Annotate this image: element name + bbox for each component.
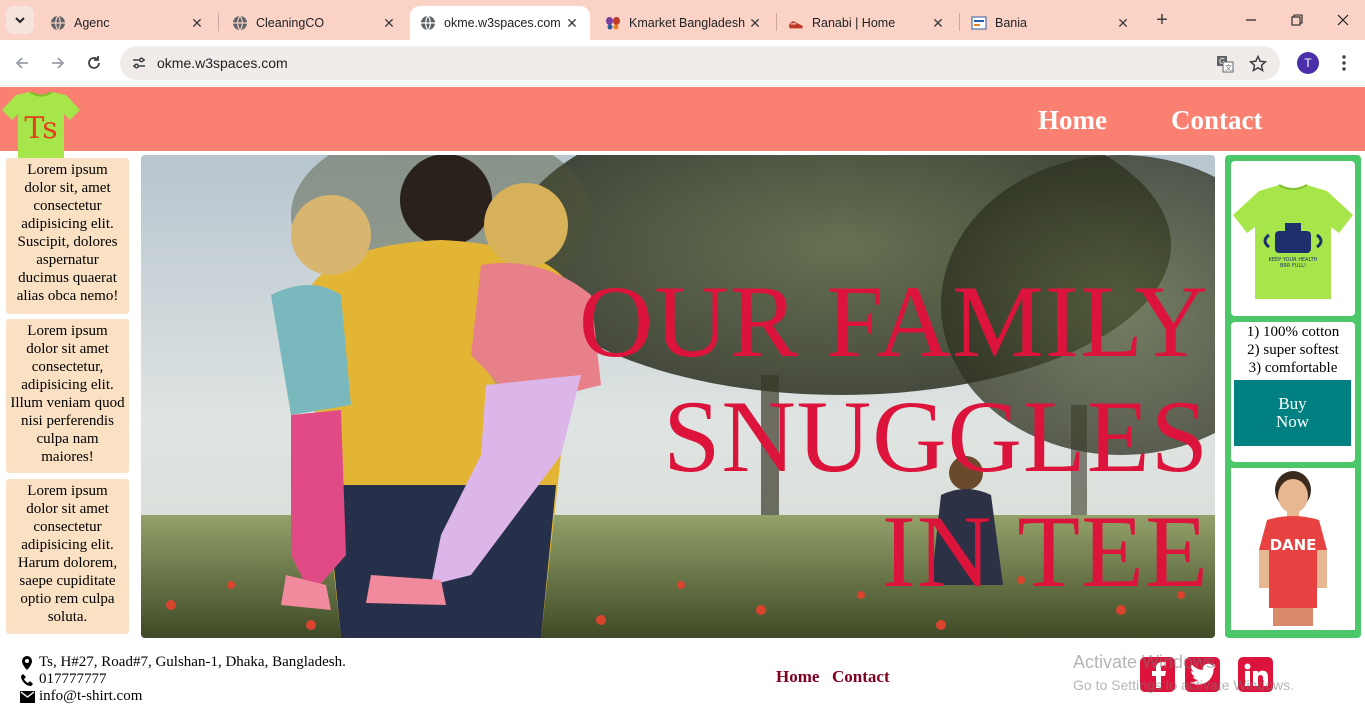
profile-avatar[interactable]: T <box>1297 52 1319 74</box>
address-bar[interactable]: okme.w3spaces.com G文 <box>120 46 1280 80</box>
close-tab-icon[interactable]: ✕ <box>928 13 948 33</box>
tab-okme[interactable]: okme.w3spaces.com ✕ <box>410 6 590 40</box>
svg-text:文: 文 <box>1225 63 1232 72</box>
tab-kmarket[interactable]: Kmarket Bangladesh ✕ <box>595 6 773 40</box>
tab-title: Kmarket Bangladesh <box>629 16 745 30</box>
close-tab-icon[interactable]: ✕ <box>562 13 582 33</box>
kid-shirt-text: DANE <box>1270 536 1317 554</box>
activate-windows-subtitle: Go to Settings to activate Windows. <box>1073 677 1294 693</box>
shirt-print-line-2: BRR FULL! <box>1280 263 1306 269</box>
tab-title: Bania <box>995 16 1027 30</box>
feature-list: 1) 100% cotton 2) super softest 3) comfo… <box>1231 322 1355 377</box>
close-tab-icon[interactable]: ✕ <box>379 13 399 33</box>
globe-icon <box>50 15 66 31</box>
model-image-card[interactable]: DANE <box>1231 468 1355 630</box>
footer-email: info@t-shirt.com <box>39 688 143 704</box>
tab-title: Agenc <box>74 16 110 30</box>
translate-icon[interactable]: G文 <box>1215 54 1235 74</box>
reload-button[interactable] <box>82 51 106 75</box>
product-image-card[interactable]: KEEP YOUR HEALTH BRR FULL! <box>1231 161 1355 316</box>
sidebar-card-1: Lorem ipsum dolor sit, amet consectetur … <box>6 158 129 314</box>
logo-text: Ts <box>24 111 57 146</box>
close-tab-icon[interactable]: ✕ <box>1113 13 1133 33</box>
site-logo[interactable]: Ts <box>2 91 80 158</box>
close-tab-icon[interactable]: ✕ <box>187 13 207 33</box>
url-text: okme.w3spaces.com <box>157 55 288 71</box>
footer-home-link[interactable]: Home <box>776 667 819 687</box>
arrow-left-icon <box>15 57 28 69</box>
tab-cleaningco[interactable]: CleaningCO ✕ <box>222 6 407 40</box>
tab-strip: Agenc ✕ CleaningCO ✕ okme.w3spaces.com ✕… <box>0 0 1365 40</box>
footer-address-row: Ts, H#27, Road#7, Gulshan-1, Dhaka, Bang… <box>19 654 346 671</box>
tab-ranabi[interactable]: Ranabi | Home ✕ <box>778 6 956 40</box>
close-tab-icon[interactable]: ✕ <box>745 13 765 33</box>
forward-button[interactable] <box>46 51 70 75</box>
back-button[interactable] <box>10 51 34 75</box>
feature-item: 2) super softest <box>1247 342 1339 358</box>
chevron-down-icon <box>15 17 25 24</box>
tab-agenc[interactable]: Agenc ✕ <box>40 6 215 40</box>
tab-divider <box>959 13 960 31</box>
footer-email-row: info@t-shirt.com <box>19 688 346 705</box>
more-menu-icon[interactable] <box>1334 52 1354 74</box>
site-header <box>0 87 1365 151</box>
product-info-card: 1) 100% cotton 2) super softest 3) comfo… <box>1231 322 1355 462</box>
minimize-icon <box>1246 19 1256 21</box>
sidebar-card-2: Lorem ipsum dolor sit amet consectetur, … <box>6 319 129 473</box>
site-logo-icon <box>971 15 987 31</box>
phone-icon <box>19 672 35 687</box>
bookmark-star-icon[interactable] <box>1248 54 1268 74</box>
tab-title: Ranabi | Home <box>812 16 896 30</box>
restore-button[interactable] <box>1274 4 1320 36</box>
activate-windows-title: Activate Windows <box>1073 652 1216 672</box>
hero-banner: OUR FAMILY SNUGGLES IN TEE <box>141 155 1215 638</box>
hero-headline: OUR FAMILY SNUGGLES IN TEE <box>579 265 1209 610</box>
envelope-icon <box>19 689 35 704</box>
buy-now-button[interactable]: Buy Now <box>1234 380 1351 446</box>
footer-address: Ts, H#27, Road#7, Gulshan-1, Dhaka, Bang… <box>39 654 346 670</box>
hero-line-3: IN TEE <box>881 495 1209 609</box>
product-panel: KEEP YOUR HEALTH BRR FULL! 1) 100% cotto… <box>1225 155 1361 638</box>
close-window-button[interactable] <box>1320 4 1365 36</box>
product-tshirt-image: KEEP YOUR HEALTH BRR FULL! <box>1233 184 1353 299</box>
browser-toolbar: okme.w3spaces.com G文 T <box>0 40 1365 86</box>
new-tab-button[interactable]: + <box>1150 8 1174 32</box>
tab-divider <box>776 13 777 31</box>
footer-contact-link[interactable]: Contact <box>832 667 890 687</box>
feature-item: 3) comfortable <box>1248 360 1338 376</box>
tab-search-button[interactable] <box>6 6 34 34</box>
map-marker-icon <box>19 655 35 670</box>
tab-title: CleaningCO <box>256 16 325 30</box>
nav-contact-link[interactable]: Contact <box>1171 105 1262 136</box>
nav-home-link[interactable]: Home <box>1038 105 1107 136</box>
minimize-button[interactable] <box>1228 4 1274 36</box>
sidebar-card-3: Lorem ipsum dolor sit amet consectetur a… <box>6 479 129 634</box>
globe-icon <box>232 15 248 31</box>
site-info-icon[interactable] <box>130 54 148 72</box>
kid-model-image: DANE <box>1231 468 1355 630</box>
tab-title: okme.w3spaces.com <box>444 16 561 30</box>
tab-bania[interactable]: Bania ✕ <box>961 6 1141 40</box>
feature-item: 1) 100% cotton <box>1246 324 1340 340</box>
arrow-right-icon <box>52 57 65 69</box>
footer-phone: 017777777 <box>39 671 107 687</box>
close-icon <box>1337 14 1349 26</box>
hero-line-1: OUR FAMILY <box>578 265 1209 379</box>
footer-contact-info: Ts, H#27, Road#7, Gulshan-1, Dhaka, Bang… <box>19 654 346 705</box>
tab-divider <box>218 13 219 31</box>
reload-icon <box>88 56 100 69</box>
shoe-icon <box>788 15 804 31</box>
hero-line-2: SNUGGLES <box>663 380 1209 494</box>
buy-now-label: Buy Now <box>1275 394 1310 431</box>
butterfly-icon <box>605 15 621 31</box>
globe-icon <box>420 15 436 31</box>
restore-icon <box>1291 14 1303 26</box>
footer-phone-row: 017777777 <box>19 671 346 688</box>
